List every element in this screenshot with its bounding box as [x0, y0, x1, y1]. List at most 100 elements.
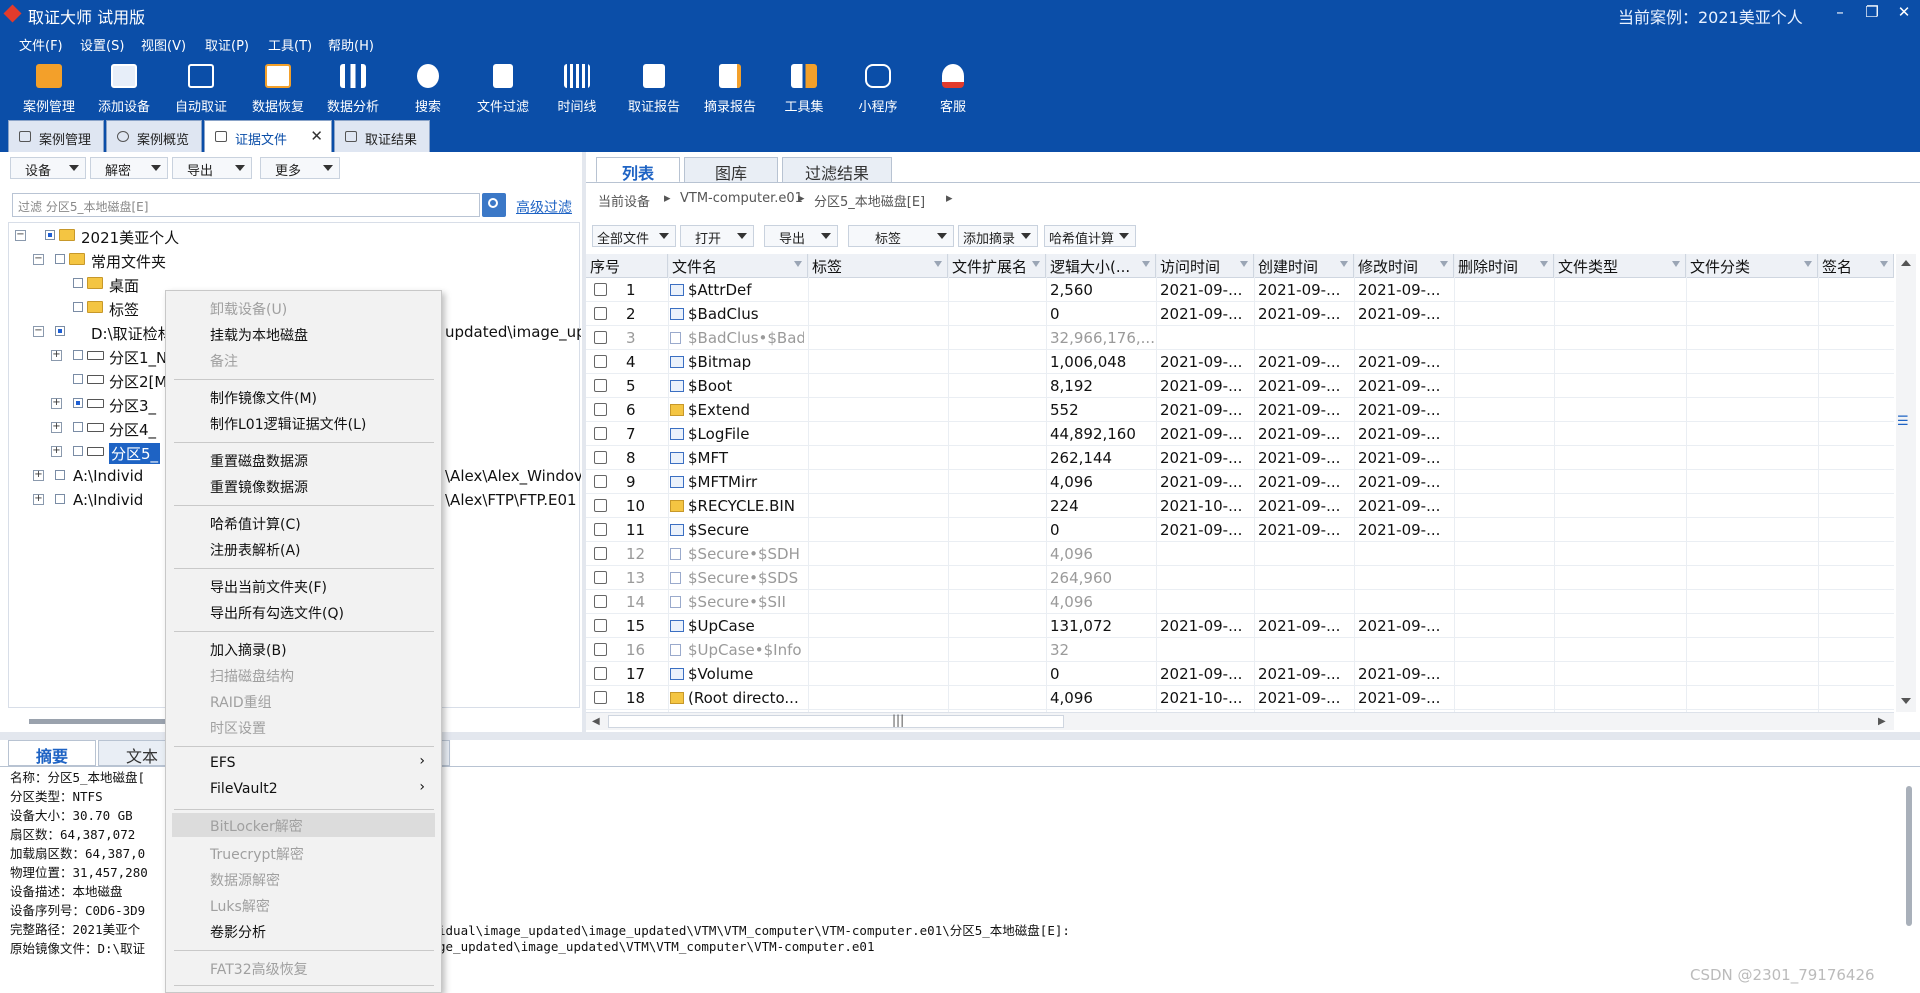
table-row[interactable]: 17 $Volume 0 2021-09-... 2021-09-... 2021-09-… [586, 662, 1894, 686]
close-tab-icon[interactable]: ✕ [310, 127, 323, 145]
expand-icon[interactable]: + [51, 350, 62, 361]
expand-icon[interactable]: + [51, 398, 62, 409]
menu-reset-image-source[interactable]: 重置镜像数据源 [210, 477, 308, 497]
table-row[interactable]: 14 $Secure•$SII 4,096 [586, 590, 1894, 614]
column-header[interactable]: 文件分类 [1686, 254, 1818, 278]
menu-efs[interactable]: EFS [210, 755, 236, 771]
column-header[interactable]: 标签 [808, 254, 948, 278]
toolbar-data-recovery-button[interactable]: 数据恢复 [242, 58, 314, 118]
tree-filter-input[interactable]: 过滤 分区5_本地磁盘[E] [12, 193, 480, 217]
checkbox[interactable] [55, 470, 65, 480]
checkbox[interactable] [55, 254, 65, 264]
menu-file[interactable]: 文件(F) [19, 35, 63, 54]
toolbar-add-device-button[interactable]: 添加设备 [88, 58, 160, 118]
row-checkbox[interactable] [594, 667, 607, 680]
menu-registry-parse[interactable]: 注册表解析(A) [210, 540, 301, 560]
table-vertical-scrollbar[interactable] [1896, 254, 1916, 712]
scroll-right-icon[interactable]: ▶ [1878, 716, 1886, 727]
checkbox[interactable] [73, 398, 83, 408]
row-checkbox[interactable] [594, 331, 607, 344]
column-header[interactable]: 签名 [1818, 254, 1894, 278]
menu-reset-disk-source[interactable]: 重置磁盘数据源 [210, 451, 308, 471]
checkbox[interactable] [73, 422, 83, 432]
device-dropdown[interactable]: 设备 [10, 157, 86, 179]
tree-node-partition1[interactable]: + 分区1_N [51, 345, 171, 367]
menu-tools[interactable]: 工具(T) [268, 35, 312, 54]
table-row[interactable]: 12 $Secure•$SDH 4,096 [586, 542, 1894, 566]
tab-gallery[interactable]: 图库 [684, 157, 778, 183]
filter-icon[interactable] [794, 261, 802, 267]
row-checkbox[interactable] [594, 571, 607, 584]
checkbox[interactable] [73, 350, 83, 360]
row-checkbox[interactable] [594, 427, 607, 440]
minimize-button[interactable]: – [1828, 3, 1852, 21]
menu-shadow-volume-analysis[interactable]: 卷影分析 [210, 922, 266, 942]
tree-node-image-ftp[interactable]: + A:\Individ [33, 489, 173, 511]
checkbox[interactable] [73, 278, 83, 288]
checkbox[interactable] [73, 446, 83, 456]
export-dropdown[interactable]: 导出 [172, 157, 252, 179]
row-checkbox[interactable] [594, 619, 607, 632]
table-row[interactable]: 5 $Boot 8,192 2021-09-... 2021-09-... 2021-09… [586, 374, 1894, 398]
table-row[interactable]: 13 $Secure•$SDS 264,960 [586, 566, 1894, 590]
pane-grip-icon[interactable]: ☰ [1897, 414, 1909, 429]
menu-filevault2[interactable]: FileVault2 [210, 781, 278, 797]
toolbar-timeline-button[interactable]: 时间线 [541, 58, 613, 118]
filter-icon[interactable] [1240, 261, 1248, 267]
column-header[interactable]: 修改时间 [1354, 254, 1454, 278]
row-checkbox[interactable] [594, 643, 607, 656]
menu-view[interactable]: 视图(V) [141, 35, 186, 54]
tree-node-case[interactable]: − 2021美亚个人 [15, 225, 315, 247]
column-header[interactable]: 序号 [586, 254, 668, 278]
toolbar-customer-service-button[interactable]: 客服 [917, 58, 989, 118]
column-header[interactable]: 文件扩展名 [948, 254, 1046, 278]
close-window-button[interactable]: ✕ [1892, 3, 1916, 21]
collapse-icon[interactable]: − [15, 230, 26, 241]
column-header[interactable]: 访问时间 [1156, 254, 1254, 278]
tab-case-overview[interactable]: 案例概览 [106, 120, 202, 152]
add-excerpt-dropdown[interactable]: 添加摘录 [958, 225, 1038, 247]
collapse-icon[interactable]: − [33, 254, 44, 265]
scroll-thumb[interactable] [608, 715, 1064, 728]
filter-icon[interactable] [1672, 261, 1680, 267]
row-checkbox[interactable] [594, 595, 607, 608]
menu-settings[interactable]: 设置(S) [80, 35, 124, 54]
breadcrumb-item[interactable]: VTM-computer.e01 [680, 191, 803, 206]
restore-button[interactable]: ❐ [1860, 3, 1884, 21]
toolbar-file-filter-button[interactable]: 文件过滤 [467, 58, 539, 118]
column-header[interactable]: 文件类型 [1554, 254, 1686, 278]
filter-search-button[interactable] [482, 193, 506, 217]
scroll-down-icon[interactable] [1901, 698, 1911, 704]
row-checkbox[interactable] [594, 355, 607, 368]
toolbar-excerpt-report-button[interactable]: 摘录报告 [694, 58, 766, 118]
table-row[interactable]: 4 $Bitmap 1,006,048 2021-09-... 2021-09-... 2… [586, 350, 1894, 374]
checkbox[interactable] [45, 230, 55, 240]
table-row[interactable]: 16 $UpCase•$Info 32 [586, 638, 1894, 662]
table-row[interactable]: 9 $MFTMirr 4,096 2021-09-... 2021-09-... 2021… [586, 470, 1894, 494]
table-row[interactable]: 11 $Secure 0 2021-09-... 2021-09-... 2021-09-… [586, 518, 1894, 542]
scroll-left-icon[interactable]: ◀ [592, 716, 600, 727]
table-row[interactable]: 1 $AttrDef 2,560 2021-09-... 2021-09-... 2021… [586, 278, 1894, 302]
filter-icon[interactable] [934, 261, 942, 267]
filter-icon[interactable] [1142, 261, 1150, 267]
toolbar-case-manage-button[interactable]: 案例管理 [13, 58, 85, 118]
table-row[interactable]: 10 $RECYCLE.BIN 224 2021-10-... 2021-09-... 2… [586, 494, 1894, 518]
filter-icon[interactable] [1880, 261, 1888, 267]
tab-evidence-files[interactable]: 证据文件 ✕ [204, 120, 332, 152]
decrypt-dropdown[interactable]: 解密 [90, 157, 168, 179]
row-checkbox[interactable] [594, 691, 607, 704]
filter-icon[interactable] [1340, 261, 1348, 267]
table-row[interactable]: 3 $BadClus•$Bad 32,966,176,... [586, 326, 1894, 350]
menu-export-current-folder[interactable]: 导出当前文件夹(F) [210, 577, 327, 597]
tab-forensics-results[interactable]: 取证结果 [334, 120, 430, 152]
expand-icon[interactable]: + [51, 422, 62, 433]
toolbar-data-analysis-button[interactable]: 数据分析 [317, 58, 389, 118]
checkbox[interactable] [55, 494, 65, 504]
tree-node-partition4[interactable]: + 分区4_ [51, 417, 171, 439]
toolbar-search-button[interactable]: 搜索 [392, 58, 464, 118]
scroll-up-icon[interactable] [1901, 260, 1911, 266]
tree-node-partition5[interactable]: + 分区5_ [51, 441, 171, 464]
row-checkbox[interactable] [594, 307, 607, 320]
checkbox[interactable] [73, 374, 83, 384]
table-row[interactable]: 7 $LogFile 44,892,160 2021-09-... 2021-09-..… [586, 422, 1894, 446]
